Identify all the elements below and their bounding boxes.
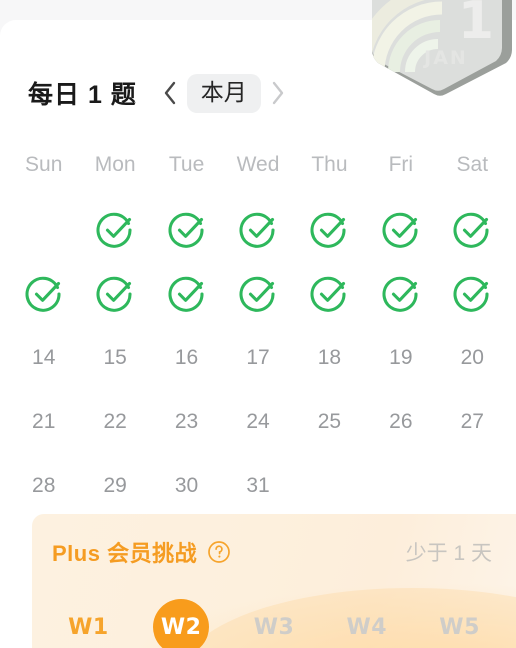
completed-check-icon [167, 210, 207, 250]
completed-check-icon [238, 274, 278, 314]
calendar-day[interactable]: 24 [222, 390, 293, 454]
calendar-day[interactable]: 23 [151, 390, 222, 454]
plus-challenge-week-list: W1 W2 W3 W4 W5 [42, 594, 506, 648]
weekday-label: Fri [388, 153, 414, 176]
calendar-week-row: 21 22 23 24 25 26 27 [0, 390, 516, 454]
calendar-day[interactable]: 17 [222, 326, 293, 390]
plus-week-badge-w1[interactable]: W1 [42, 615, 135, 640]
calendar-week-row [0, 198, 516, 262]
monthly-achievement-badge[interactable]: 1 JAN [368, 0, 516, 104]
calendar-day[interactable]: 26 [365, 390, 436, 454]
completed-check-icon [381, 210, 421, 250]
calendar-day-completed[interactable] [365, 262, 436, 326]
weekday-label: Wed [236, 153, 280, 176]
calendar-day-completed[interactable] [437, 198, 508, 262]
badge-month-text: JAN [422, 47, 468, 69]
calendar-day-completed[interactable] [222, 198, 293, 262]
calendar-week-row: 28 29 30 31 [0, 454, 516, 518]
plus-challenge-remaining: 少于 1 天 [405, 542, 492, 565]
weekday-label: Sun [25, 153, 63, 176]
current-month-button[interactable]: 本月 [186, 73, 261, 113]
plus-week-label: W3 [253, 614, 295, 640]
completed-check-icon [24, 274, 64, 314]
calendar-day-completed[interactable] [151, 262, 222, 326]
calendar-day[interactable]: 22 [79, 390, 150, 454]
plus-challenge-title: Plus 会员挑战 [52, 541, 198, 566]
plus-challenge-banner[interactable]: Plus 会员挑战 少于 1 天 W1 W2 W3 W4 W5 [32, 514, 516, 648]
completed-check-icon [381, 274, 421, 314]
calendar-day[interactable]: 30 [151, 454, 222, 518]
calendar-day[interactable]: 20 [437, 326, 508, 390]
completed-check-icon [452, 274, 492, 314]
calendar-day[interactable]: 18 [294, 326, 365, 390]
weekday-label: Sat [456, 153, 489, 176]
plus-week-badge-w5[interactable]: W5 [413, 615, 506, 640]
plus-week-label: W1 [68, 614, 109, 640]
calendar-day[interactable]: 16 [151, 326, 222, 390]
calendar-day-completed[interactable] [151, 198, 222, 262]
daily-question-card: 每日 1 题 本月 Sun Mon Tue Wed Thu Fri Sat 14… [0, 20, 516, 648]
completed-check-icon [452, 210, 492, 250]
calendar-day[interactable]: 29 [79, 454, 150, 518]
calendar-day[interactable]: 19 [365, 326, 436, 390]
calendar-cell-empty [8, 198, 79, 262]
weekday-label: Thu [311, 153, 348, 176]
calendar-cell-empty [365, 454, 436, 518]
weekday-label: Tue [168, 153, 205, 176]
prev-month-button[interactable] [155, 76, 185, 110]
calendar-cell-empty [437, 454, 508, 518]
calendar-day-completed[interactable] [8, 262, 79, 326]
calendar-day-completed[interactable] [79, 198, 150, 262]
plus-challenge-header: Plus 会员挑战 少于 1 天 [52, 536, 492, 568]
next-month-button[interactable] [263, 76, 293, 110]
calendar-day-completed[interactable] [79, 262, 150, 326]
calendar-week-row [0, 262, 516, 326]
calendar-day[interactable]: 31 [222, 454, 293, 518]
calendar-day-completed[interactable] [437, 262, 508, 326]
calendar-day[interactable]: 28 [8, 454, 79, 518]
completed-check-icon [309, 210, 349, 250]
completed-check-icon [95, 274, 135, 314]
completed-check-icon [95, 210, 135, 250]
calendar-day-completed[interactable] [222, 262, 293, 326]
calendar-day[interactable]: 25 [294, 390, 365, 454]
calendar-week-row: 14 15 16 17 18 19 20 [0, 326, 516, 390]
weekday-header-row: Sun Mon Tue Wed Thu Fri Sat [0, 146, 516, 184]
calendar-day-completed[interactable] [294, 198, 365, 262]
completed-check-icon [238, 210, 278, 250]
month-navigation: 本月 [155, 73, 293, 113]
calendar-day-completed[interactable] [294, 262, 365, 326]
plus-week-badge-w3[interactable]: W3 [228, 615, 321, 640]
plus-week-label: W4 [346, 614, 388, 640]
calendar-day-completed[interactable] [365, 198, 436, 262]
plus-week-badge-w2[interactable]: W2 [135, 599, 228, 648]
completed-check-icon [309, 274, 349, 314]
plus-week-badge-w4[interactable]: W4 [320, 615, 413, 640]
calendar-grid: 14 15 16 17 18 19 20 21 22 23 24 25 26 27 28 29 30 31 [0, 198, 516, 518]
calendar-day[interactable]: 15 [79, 326, 150, 390]
plus-week-label: W2 [153, 599, 210, 648]
calendar-day[interactable]: 27 [437, 390, 508, 454]
plus-week-label: W5 [439, 614, 480, 640]
page-title: 每日 1 题 [28, 81, 137, 109]
calendar-cell-empty [294, 454, 365, 518]
calendar-day[interactable]: 14 [8, 326, 79, 390]
weekday-label: Mon [94, 153, 136, 176]
completed-check-icon [167, 274, 207, 314]
question-circle-icon[interactable] [207, 540, 231, 564]
calendar-day[interactable]: 21 [8, 390, 79, 454]
badge-number-text: 1 [458, 0, 494, 51]
